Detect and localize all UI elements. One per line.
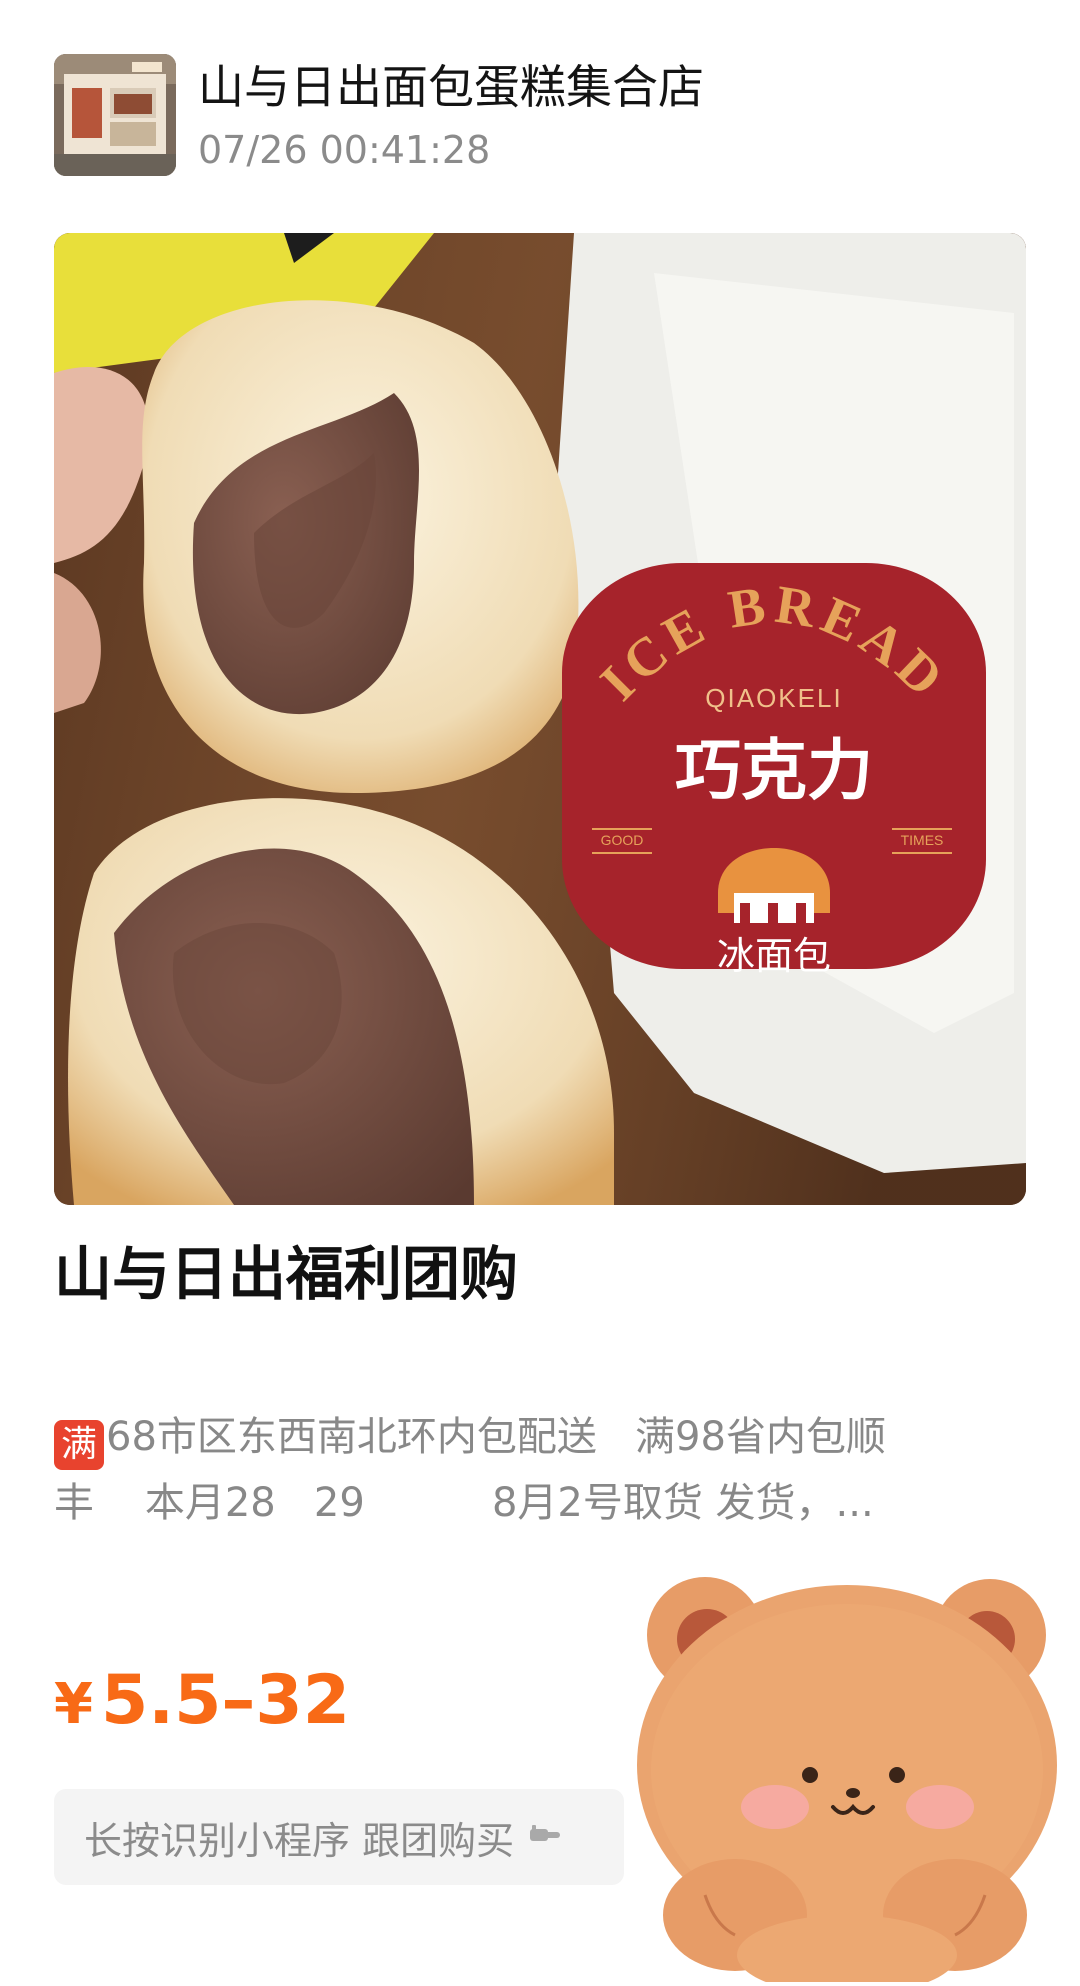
description-line-1: 满 68市区东西南北环内包配送 满98省内包顺 [54,1404,984,1470]
label-right: TIMES [901,832,944,848]
group-buy-title[interactable]: 山与日出福利团购 [54,1236,518,1312]
group-description[interactable]: 满 68市区东西南北环内包配送 满98省内包顺 丰 本月28 29 8月2号取货 … [54,1404,984,1536]
label-bottom: 冰面包 [717,934,831,978]
product-photo[interactable]: ICE BREAD QIAOKELI 巧克力 GOOD TIMES 冰面包 [54,233,1026,1205]
product-label: ICE BREAD QIAOKELI 巧克力 GOOD TIMES 冰面包 [562,563,986,978]
description-line-2: 丰 本月28 29 8月2号取货 发货，... [54,1480,874,1526]
post-timestamp: 07/26 00:41:28 [198,128,491,172]
label-subtitle: QIAOKELI [705,683,842,713]
bear-sticker [615,1545,1080,1986]
price-range: ¥5.5–32 [54,1660,350,1746]
label-left: GOOD [601,832,644,848]
description-text-1: 68市区东西南北环内包配送 满98省内包顺 [106,1414,886,1460]
post-header: 山与日出面包蛋糕集合店 07/26 00:41:28 [54,54,1026,178]
currency-symbol: ¥ [54,1672,93,1737]
shop-avatar[interactable] [54,54,176,176]
price-value: 5.5–32 [100,1661,351,1740]
join-group-buy-label: 长按识别小程序 跟团购买 [84,1818,515,1863]
storefront-icon [54,54,176,176]
shop-name[interactable]: 山与日出面包蛋糕集合店 [198,58,704,116]
pointing-hand-icon [528,1823,564,1851]
join-group-buy-button[interactable]: 长按识别小程序 跟团购买 [54,1789,624,1885]
label-main: 巧克力 [675,731,873,809]
promo-badge: 满 [54,1420,104,1470]
